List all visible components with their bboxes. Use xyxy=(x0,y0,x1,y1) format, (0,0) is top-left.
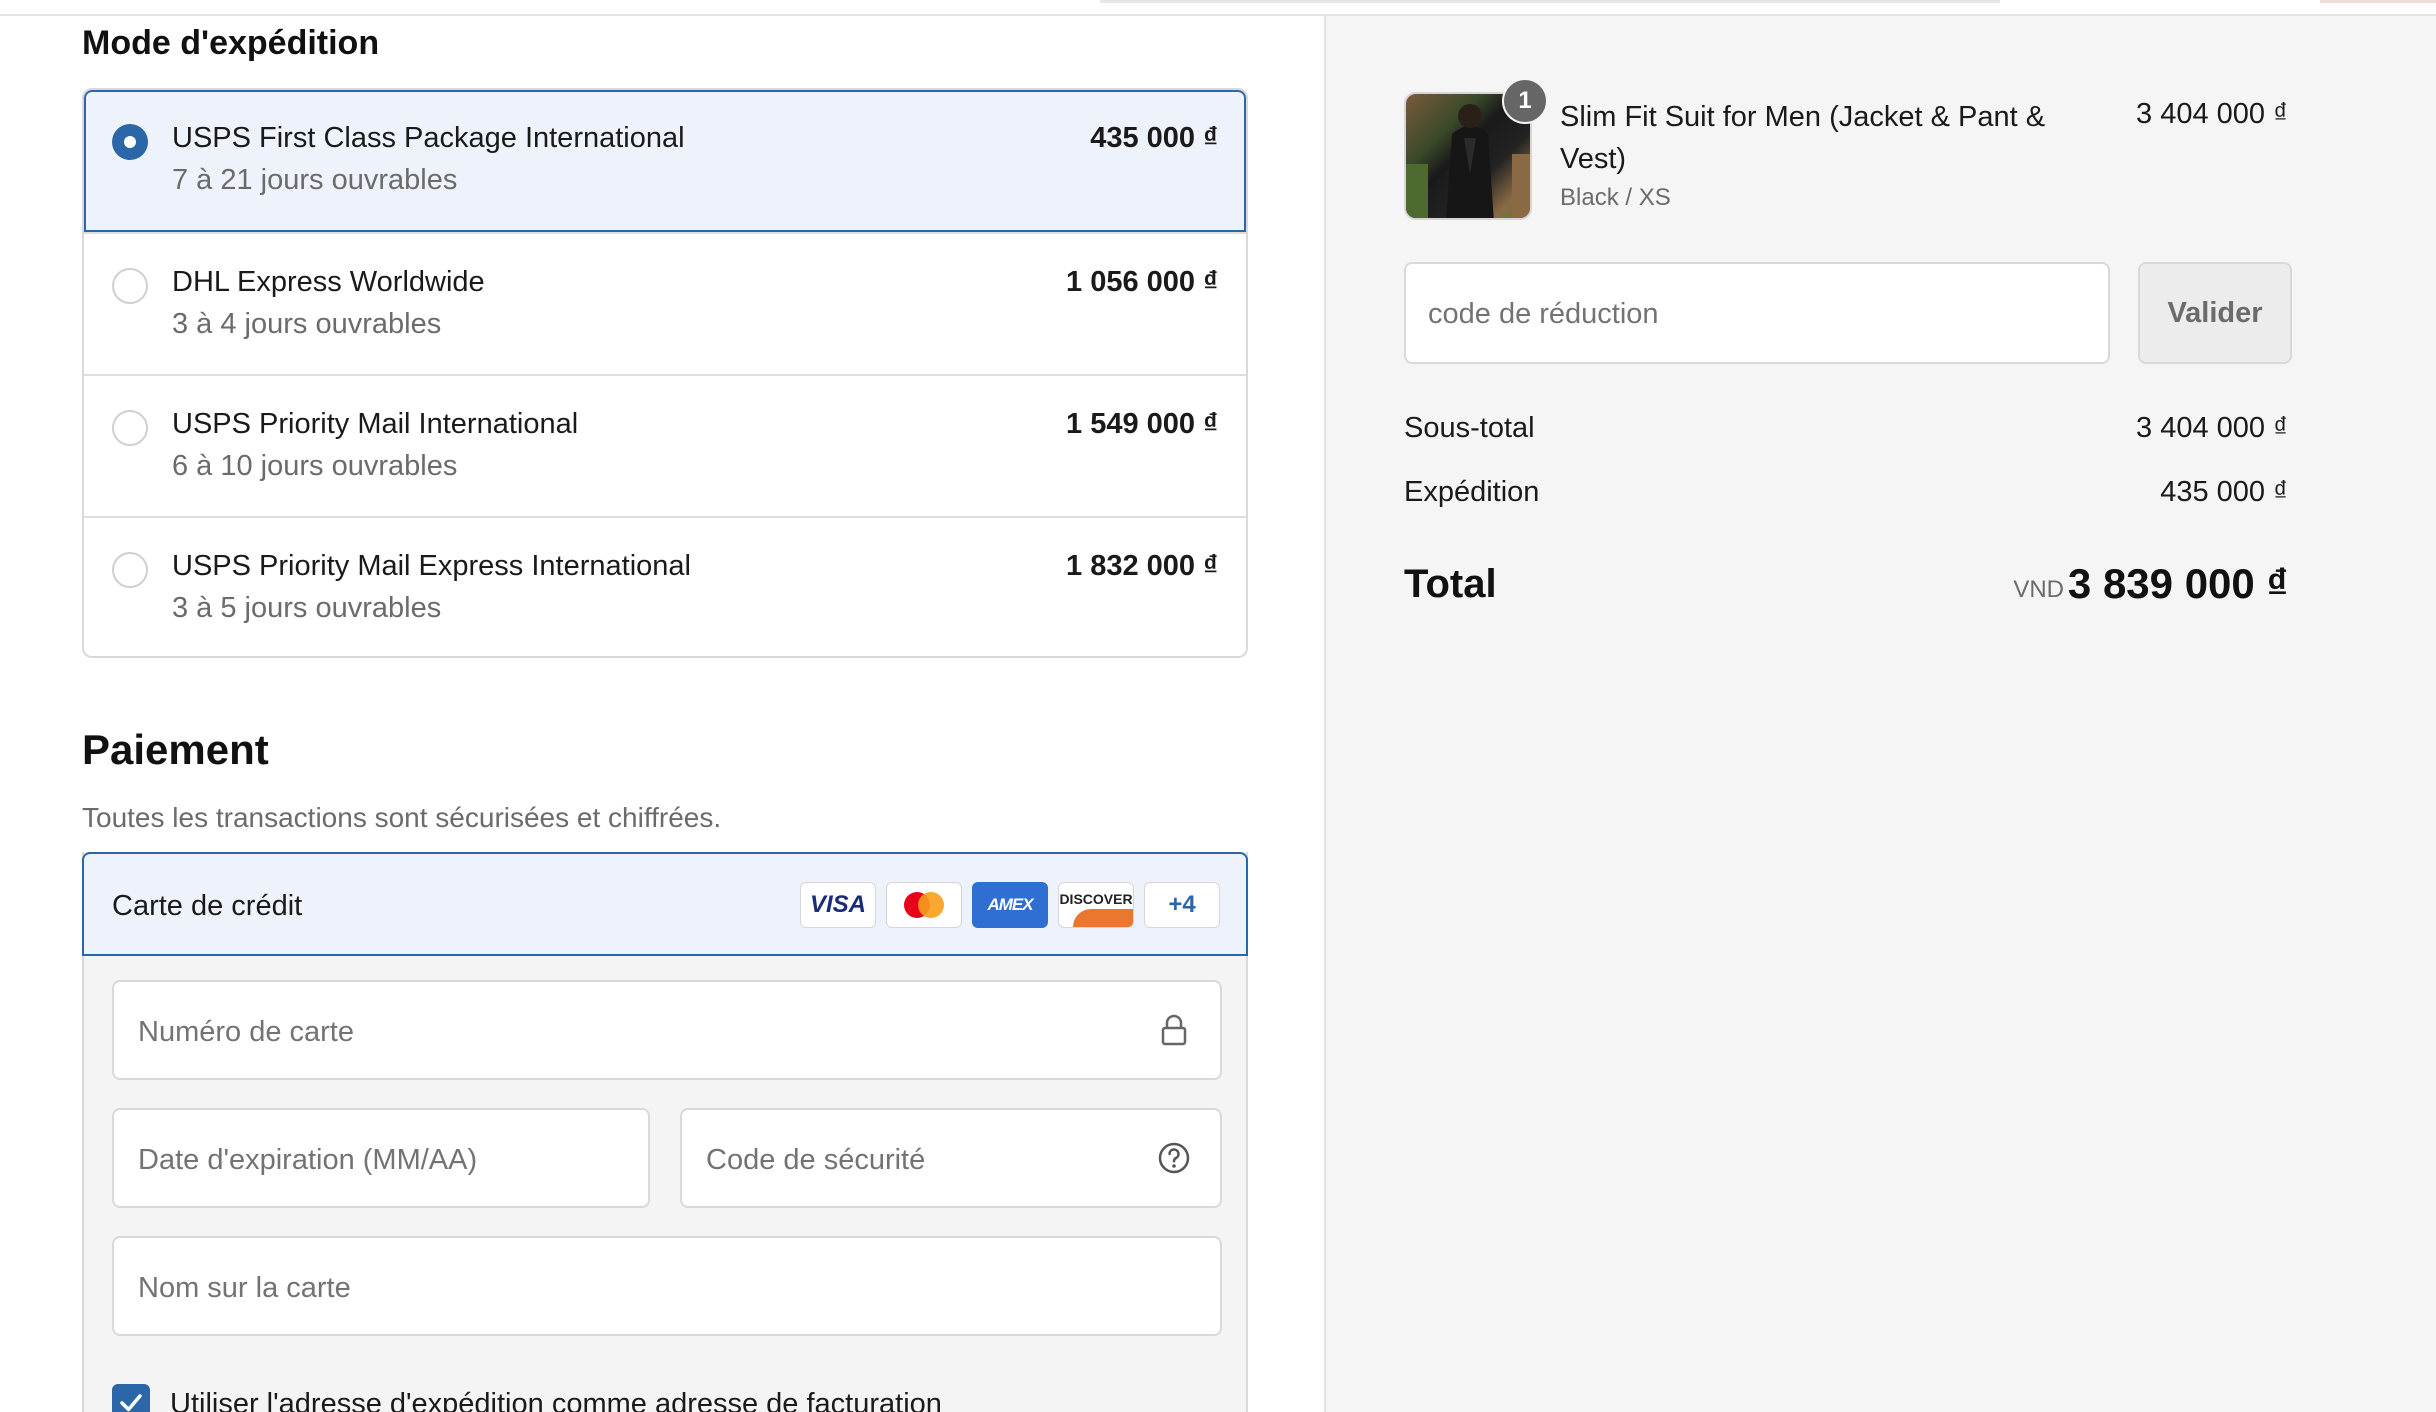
product-variant: Black / XS xyxy=(1560,184,1671,211)
credit-card-option[interactable]: Carte de crédit VISA AMEX DISCOVER +4 xyxy=(82,852,1248,956)
shipping-option-usps-priority-express[interactable]: USPS Priority Mail Express International… xyxy=(84,516,1246,656)
lock-icon xyxy=(1161,1014,1187,1046)
discount-placeholder: code de réduction xyxy=(1428,298,1659,330)
order-summary: 1 Slim Fit Suit for Men (Jacket & Pant &… xyxy=(1324,16,2436,1412)
radio-unselected[interactable] xyxy=(112,552,148,588)
shipping-option-price: 1 832 000 ₫ xyxy=(1066,550,1218,582)
top-divider-accent xyxy=(2320,0,2436,3)
product-name: Slim Fit Suit for Men (Jacket & Pant & V… xyxy=(1560,101,2046,175)
shipping-option-eta: 3 à 5 jours ouvrables xyxy=(172,592,442,624)
discover-stripe xyxy=(1073,909,1133,927)
credit-card-label: Carte de crédit xyxy=(112,890,303,922)
security-code-field[interactable]: Code de sécurité xyxy=(680,1108,1222,1208)
name-placeholder: Nom sur la carte xyxy=(138,1272,351,1304)
subtotal-label: Sous-total xyxy=(1404,412,1535,444)
payment-subtitle: Toutes les transactions sont sécurisées … xyxy=(82,802,722,833)
security-code-placeholder: Code de sécurité xyxy=(706,1144,926,1176)
shipping-option-eta: 3 à 4 jours ouvrables xyxy=(172,308,442,340)
visa-logo: VISA xyxy=(800,882,876,928)
shipping-option-usps-first-class[interactable]: USPS First Class Package International 7… xyxy=(84,90,1246,232)
total-value: 3 839 000 ₫ xyxy=(2067,560,2288,607)
product-price: 3 404 000 ₫ xyxy=(2136,98,2288,130)
name-on-card-field[interactable]: Nom sur la carte xyxy=(112,1236,1222,1336)
amex-logo: AMEX xyxy=(972,882,1048,928)
total-label: Total xyxy=(1404,562,1497,606)
shipping-option-price: 1 056 000 ₫ xyxy=(1066,266,1218,298)
shipping-option-usps-priority[interactable]: USPS Priority Mail International 6 à 10 … xyxy=(84,374,1246,516)
apply-discount-button[interactable]: Valider xyxy=(2138,262,2292,364)
quantity-badge: 1 xyxy=(1502,78,1548,124)
card-number-field[interactable]: Numéro de carte xyxy=(112,980,1222,1080)
shipping-option-eta: 6 à 10 jours ouvrables xyxy=(172,450,458,482)
shipping-title: Mode d'expédition xyxy=(82,24,380,62)
shipping-option-eta: 7 à 21 jours ouvrables xyxy=(172,164,458,196)
discount-code-input[interactable]: code de réduction xyxy=(1404,262,2110,364)
shipping-cost-value: 435 000 ₫ xyxy=(2160,476,2288,508)
shipping-option-name: USPS Priority Mail International xyxy=(172,408,579,440)
radio-unselected[interactable] xyxy=(112,410,148,446)
shipping-cost-label: Expédition xyxy=(1404,476,1540,508)
top-divider xyxy=(1100,0,2000,3)
shipping-option-name: DHL Express Worldwide xyxy=(172,266,485,298)
card-number-placeholder: Numéro de carte xyxy=(138,1016,354,1048)
mastercard-logo xyxy=(886,882,962,928)
check-icon xyxy=(120,1394,142,1412)
radio-selected[interactable] xyxy=(112,124,148,160)
shipping-option-name: USPS First Class Package International xyxy=(172,122,685,154)
shipping-option-dhl-express[interactable]: DHL Express Worldwide 3 à 4 jours ouvrab… xyxy=(84,232,1246,374)
more-brands-badge: +4 xyxy=(1144,882,1220,928)
top-bar xyxy=(0,0,2436,16)
shipping-option-name: USPS Priority Mail Express International xyxy=(172,550,691,582)
subtotal-value: 3 404 000 ₫ xyxy=(2136,412,2288,444)
shipping-option-price: 435 000 ₫ xyxy=(1090,122,1218,154)
checkout-main: Mode d'expédition USPS First Class Packa… xyxy=(0,16,1324,1412)
billing-address-label: Utiliser l'adresse d'expédition comme ad… xyxy=(170,1388,942,1412)
expiry-date-field[interactable]: Date d'expiration (MM/AA) xyxy=(112,1108,650,1208)
payment-title: Paiement xyxy=(82,726,269,773)
expiry-placeholder: Date d'expiration (MM/AA) xyxy=(138,1144,478,1176)
discover-logo: DISCOVER xyxy=(1058,882,1134,928)
shipping-options: USPS First Class Package International 7… xyxy=(82,88,1248,658)
billing-address-checkbox[interactable] xyxy=(112,1384,150,1412)
discover-text: DISCOVER xyxy=(1059,891,1133,907)
shipping-option-price: 1 549 000 ₫ xyxy=(1066,408,1218,440)
total-currency: VND xyxy=(2013,576,2064,603)
radio-unselected[interactable] xyxy=(112,268,148,304)
question-circle-icon[interactable] xyxy=(1156,1140,1192,1176)
